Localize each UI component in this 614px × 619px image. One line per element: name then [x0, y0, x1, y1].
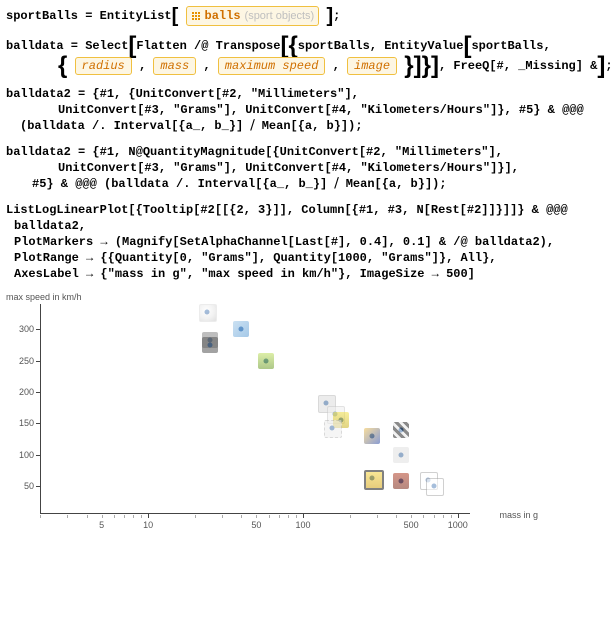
plot-marker[interactable]	[364, 470, 380, 486]
x-axis	[40, 513, 470, 514]
x-tick-label: 50	[251, 520, 261, 530]
plot-marker[interactable]	[393, 447, 409, 463]
plot-marker[interactable]	[393, 422, 409, 438]
y-tick-label: 100	[12, 450, 34, 460]
plot-marker[interactable]	[258, 353, 274, 369]
code: UnitConvert[#3, "Grams"], UnitConvert[#4…	[6, 102, 608, 118]
prop-pill-radius[interactable]: radius	[75, 57, 132, 75]
entity-main: balls	[205, 6, 241, 26]
plot-marker[interactable]	[199, 304, 215, 320]
y-tick-label: 250	[12, 356, 34, 366]
code: PlotMarkers → (Magnify[SetAlphaChannel[L…	[6, 234, 608, 250]
y-tick-label: 150	[12, 418, 34, 428]
y-tick-label: 200	[12, 387, 34, 397]
plot-marker[interactable]	[364, 428, 380, 444]
x-tick-label: 500	[404, 520, 419, 530]
code: balldata2 = {#1, {UnitConvert[#2, "Milli…	[6, 86, 608, 102]
code: PlotRange → {{Quantity[0, "Grams"], Quan…	[6, 250, 608, 266]
code-area: sportBalls = EntityList[ balls (sport ob…	[0, 0, 614, 542]
y-tick-label: 300	[12, 324, 34, 334]
code: ;	[605, 59, 612, 73]
x-axis-label: mass in g	[499, 510, 538, 520]
plot-marker[interactable]	[426, 478, 442, 494]
stmt-5: ListLogLinearPlot[{Tooltip[#2[[{2, 3}]],…	[6, 202, 608, 282]
stmt-3: balldata2 = {#1, {UnitConvert[#2, "Milli…	[6, 86, 608, 134]
y-axis	[40, 304, 41, 514]
x-tick-label: 100	[295, 520, 310, 530]
y-axis-label: max speed in km/h	[6, 292, 82, 302]
entity-pill-balls[interactable]: balls (sport objects)	[186, 6, 320, 26]
y-tick-label: 50	[12, 481, 34, 491]
code: UnitConvert[#3, "Grams"], UnitConvert[#4…	[6, 160, 608, 176]
code: ListLogLinearPlot[{Tooltip[#2[[{2, 3}]],…	[6, 202, 608, 218]
stmt-4: balldata2 = {#1, N@QuantityMagnitude[{Un…	[6, 144, 608, 192]
prop-pill-image[interactable]: image	[347, 57, 397, 75]
code: #5} & @@@ (balldata /. Interval[{a_, b_}…	[6, 176, 608, 192]
code: AxesLabel → {"mass in g", "max speed in …	[6, 266, 608, 282]
x-tick-label: 10	[143, 520, 153, 530]
x-tick-label: 5	[99, 520, 104, 530]
code: sportBalls,	[471, 39, 550, 53]
entity-grid-icon	[191, 11, 201, 21]
code: balldata = Select	[6, 39, 128, 53]
stmt-2: balldata = Select[Flatten /@ Transpose[{…	[6, 36, 608, 76]
code: balldata2,	[6, 218, 608, 234]
plot-marker[interactable]	[202, 337, 218, 353]
code: balldata2 = {#1, N@QuantityMagnitude[{Un…	[6, 144, 608, 160]
plot-marker[interactable]	[324, 420, 340, 436]
plot-output: max speed in km/h mass in g 501001502002…	[6, 292, 506, 542]
stmt-1: sportBalls = EntityList[ balls (sport ob…	[6, 6, 608, 26]
code: ;	[333, 9, 340, 23]
code: , FreeQ[#, _Missing] &	[439, 59, 597, 73]
code: Flatten /@ Transpose	[136, 39, 280, 53]
plot-marker[interactable]	[393, 473, 409, 489]
code: sportBalls = EntityList	[6, 9, 172, 23]
x-tick-label: 1000	[448, 520, 468, 530]
prop-pill-maxspeed[interactable]: maximum speed	[218, 57, 326, 75]
plot-inner: mass in g 501001502002503005105010050010…	[40, 304, 470, 514]
entity-sub: (sport objects)	[245, 6, 315, 26]
code: (balldata /. Interval[{a_, b_}] ⧸ Mean[{…	[6, 118, 608, 134]
plot-marker[interactable]	[233, 321, 249, 337]
prop-pill-mass[interactable]: mass	[153, 57, 196, 75]
